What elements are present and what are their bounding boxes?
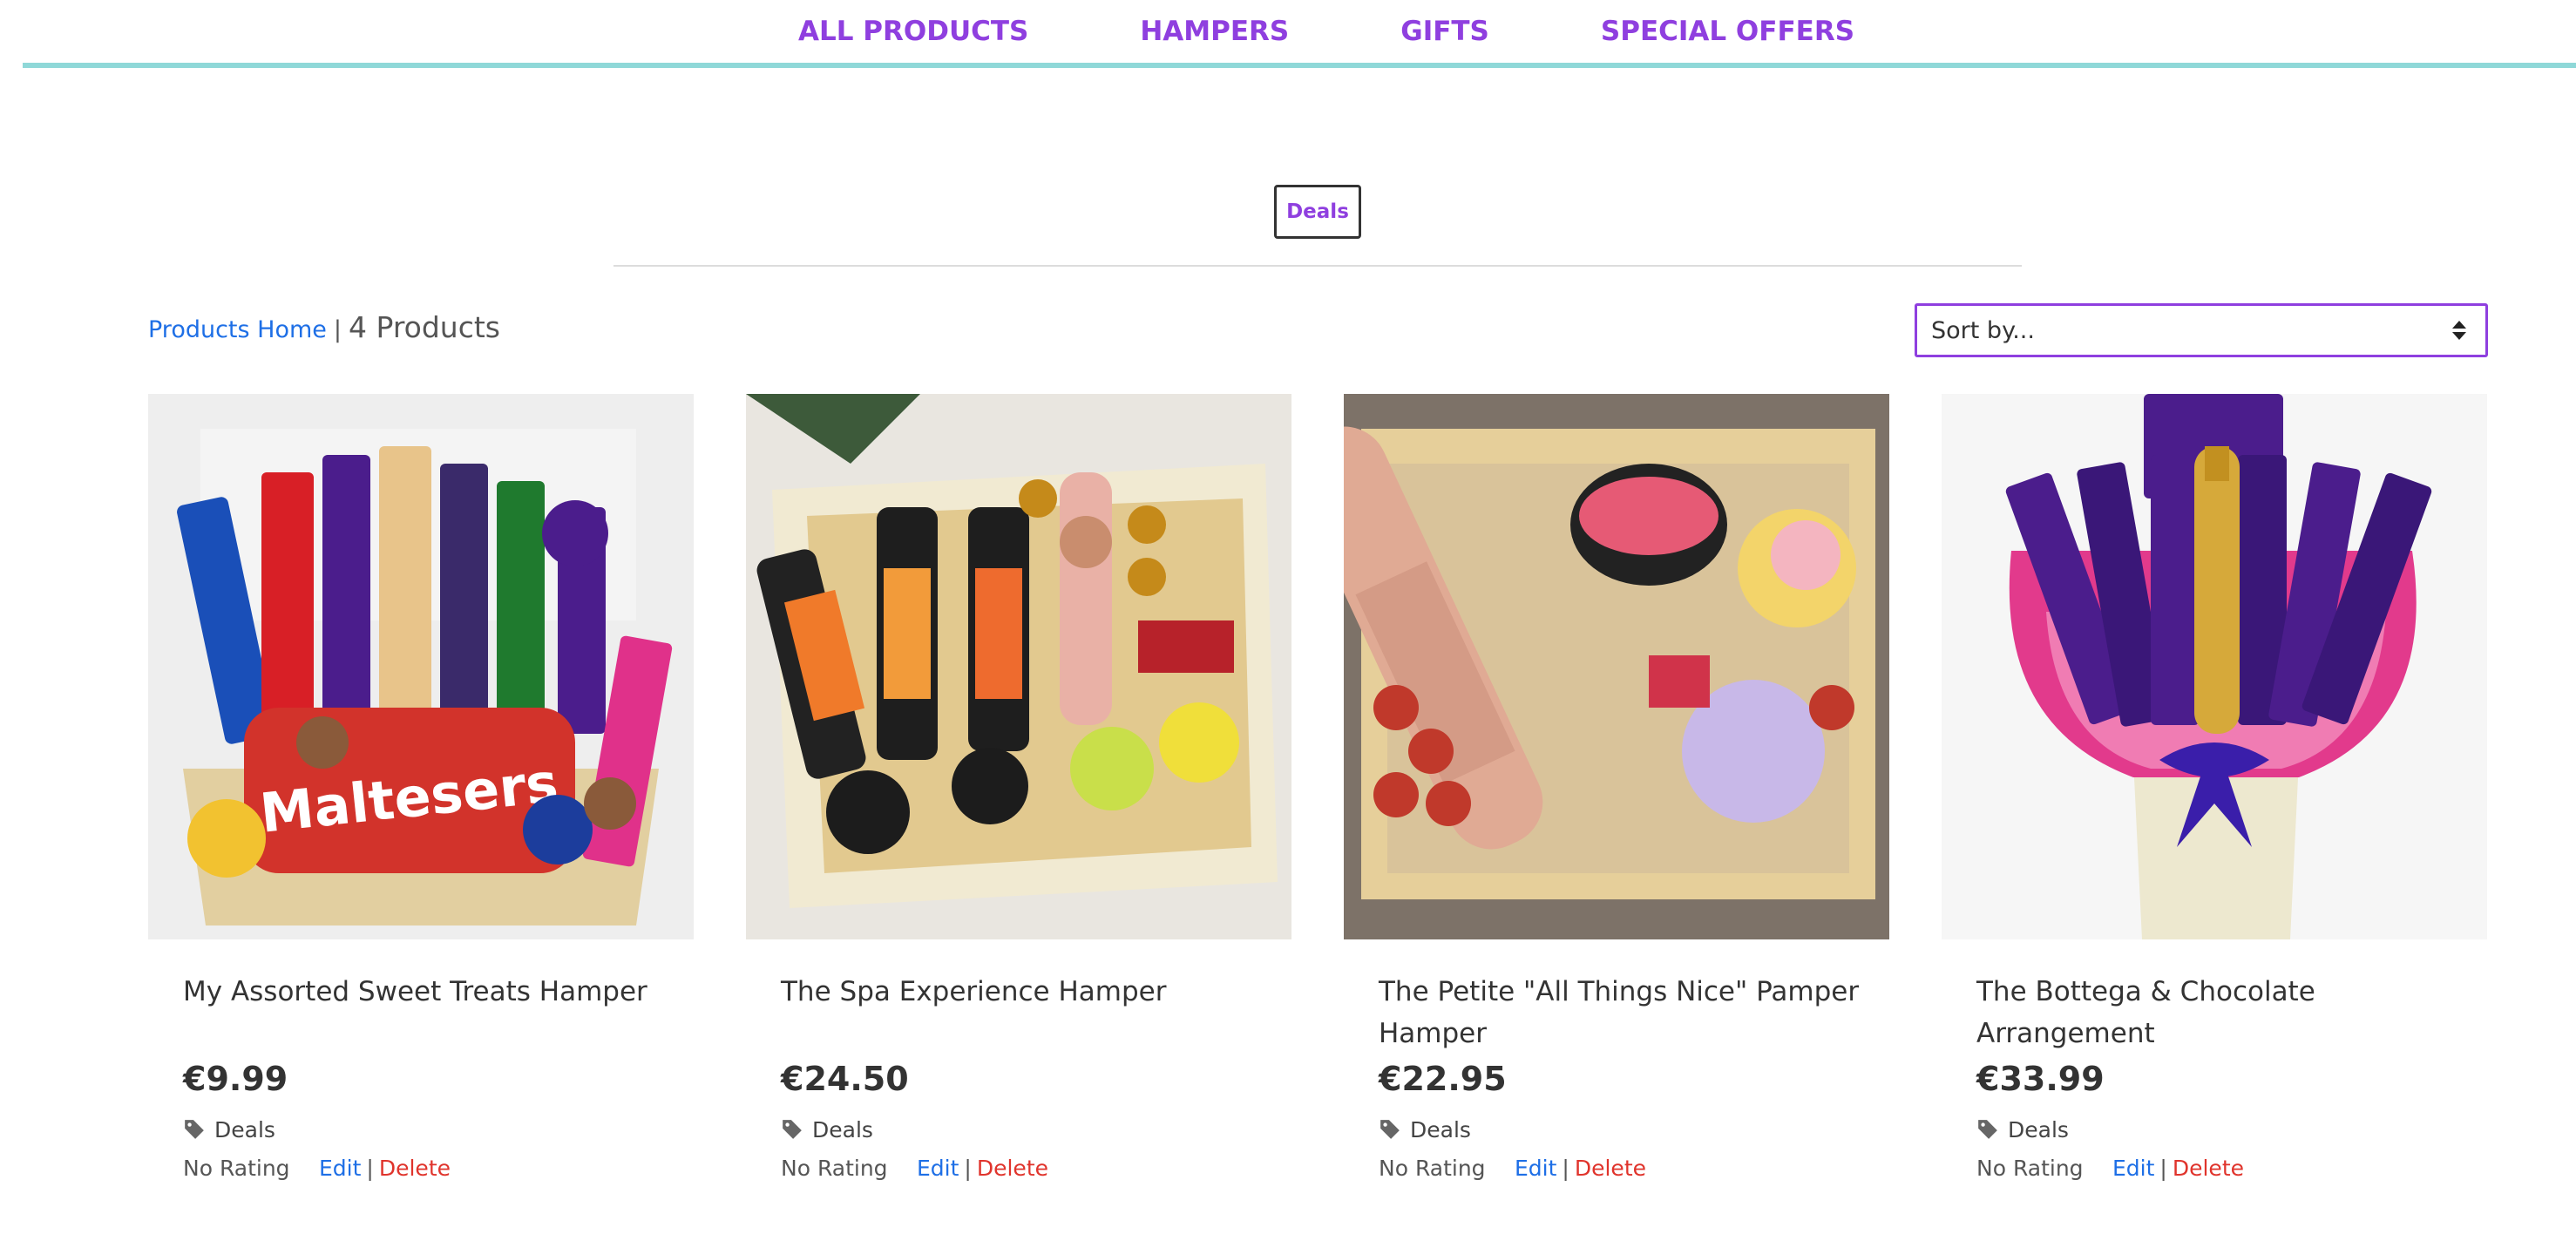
product-price: €33.99 <box>1976 1060 2105 1098</box>
product-image-bottega-chocolate-arrangement[interactable] <box>1942 394 2487 939</box>
nav-hampers[interactable]: HAMPERS <box>1140 16 1289 47</box>
products-page: ALL PRODUCTS HAMPERS GIFTS SPECIAL OFFER… <box>0 0 2576 1234</box>
sort-select[interactable]: Sort by... <box>1915 303 2488 357</box>
edit-product-link[interactable]: Edit <box>917 1156 959 1181</box>
product-price: €22.95 <box>1379 1060 1507 1098</box>
product-meta: No Rating Edit | Delete <box>781 1150 1269 1185</box>
product-name[interactable]: The Spa Experience Hamper <box>781 971 1269 1054</box>
product-meta: No Rating Edit | Delete <box>1976 1150 2464 1185</box>
product-info: My Assorted Sweet Treats Hamper €9.99 De… <box>183 971 671 1185</box>
product-rating: No Rating <box>781 1155 888 1181</box>
nav-all-products[interactable]: ALL PRODUCTS <box>798 16 1028 47</box>
product-rating: No Rating <box>1379 1155 1486 1181</box>
product-category[interactable]: Deals <box>1379 1112 1867 1147</box>
nav-special-offers[interactable]: SPECIAL OFFERS <box>1601 16 1854 47</box>
edit-product-link[interactable]: Edit <box>2112 1156 2154 1181</box>
product-category-label: Deals <box>214 1116 275 1142</box>
tag-icon <box>783 1120 802 1139</box>
product-card: The Bottega & Chocolate Arrangement €33.… <box>1942 394 2487 1234</box>
product-info: The Petite "All Things Nice" Pamper Hamp… <box>1379 971 1867 1185</box>
product-info: The Bottega & Chocolate Arrangement €33.… <box>1976 971 2464 1185</box>
product-image-spa-experience-hamper[interactable] <box>746 394 1291 939</box>
product-count: 4 Products <box>349 310 500 344</box>
edit-product-link[interactable]: Edit <box>319 1156 361 1181</box>
product-rating: No Rating <box>183 1155 290 1181</box>
tag-icon <box>185 1120 204 1139</box>
action-separator: | <box>2159 1155 2167 1181</box>
product-category[interactable]: Deals <box>781 1112 1269 1147</box>
product-category[interactable]: Deals <box>1976 1112 2464 1147</box>
product-meta: No Rating Edit | Delete <box>1379 1150 1867 1185</box>
delete-product-link[interactable]: Delete <box>1575 1156 1646 1181</box>
product-category-label: Deals <box>1410 1116 1471 1142</box>
select-arrows-icon <box>2452 321 2466 340</box>
product-image-pamper-hamper[interactable] <box>1344 394 1889 939</box>
products-home-link[interactable]: Products Home <box>148 316 327 343</box>
product-card: Maltesers My Assorted Sweet Treats Hampe… <box>148 394 694 1234</box>
product-name[interactable]: The Bottega & Chocolate Arrangement <box>1976 971 2464 1054</box>
delete-product-link[interactable]: Delete <box>2173 1156 2244 1181</box>
product-category-label: Deals <box>812 1116 873 1142</box>
tag-icon <box>1978 1120 1997 1139</box>
product-price: €9.99 <box>183 1060 288 1098</box>
action-separator: | <box>1562 1155 1569 1181</box>
section-divider <box>613 265 2022 267</box>
product-name[interactable]: The Petite "All Things Nice" Pamper Hamp… <box>1379 971 1867 1054</box>
product-card: The Petite "All Things Nice" Pamper Hamp… <box>1344 394 1889 1234</box>
product-price: €24.50 <box>781 1060 909 1098</box>
product-category[interactable]: Deals <box>183 1112 671 1147</box>
product-image-sweet-treats-hamper[interactable]: Maltesers <box>148 394 694 939</box>
breadcrumb-separator: | <box>333 316 342 343</box>
delete-product-link[interactable]: Delete <box>977 1156 1048 1181</box>
product-info: The Spa Experience Hamper €24.50 Deals N… <box>781 971 1269 1185</box>
action-separator: | <box>964 1155 972 1181</box>
product-name[interactable]: My Assorted Sweet Treats Hamper <box>183 971 671 1054</box>
delete-product-link[interactable]: Delete <box>379 1156 451 1181</box>
category-badge[interactable]: Deals <box>1274 185 1361 239</box>
sort-select-value: Sort by... <box>1931 316 2035 344</box>
product-meta: No Rating Edit | Delete <box>183 1150 671 1185</box>
edit-product-link[interactable]: Edit <box>1515 1156 1556 1181</box>
nav-gifts[interactable]: GIFTS <box>1400 16 1489 47</box>
tag-icon <box>1380 1120 1400 1139</box>
product-category-label: Deals <box>2008 1116 2069 1142</box>
breadcrumb: Products Home | 4 Products <box>148 310 500 354</box>
product-rating: No Rating <box>1976 1155 2084 1181</box>
action-separator: | <box>366 1155 374 1181</box>
product-card: The Spa Experience Hamper €24.50 Deals N… <box>746 394 1291 1234</box>
main-nav: ALL PRODUCTS HAMPERS GIFTS SPECIAL OFFER… <box>23 0 2576 68</box>
